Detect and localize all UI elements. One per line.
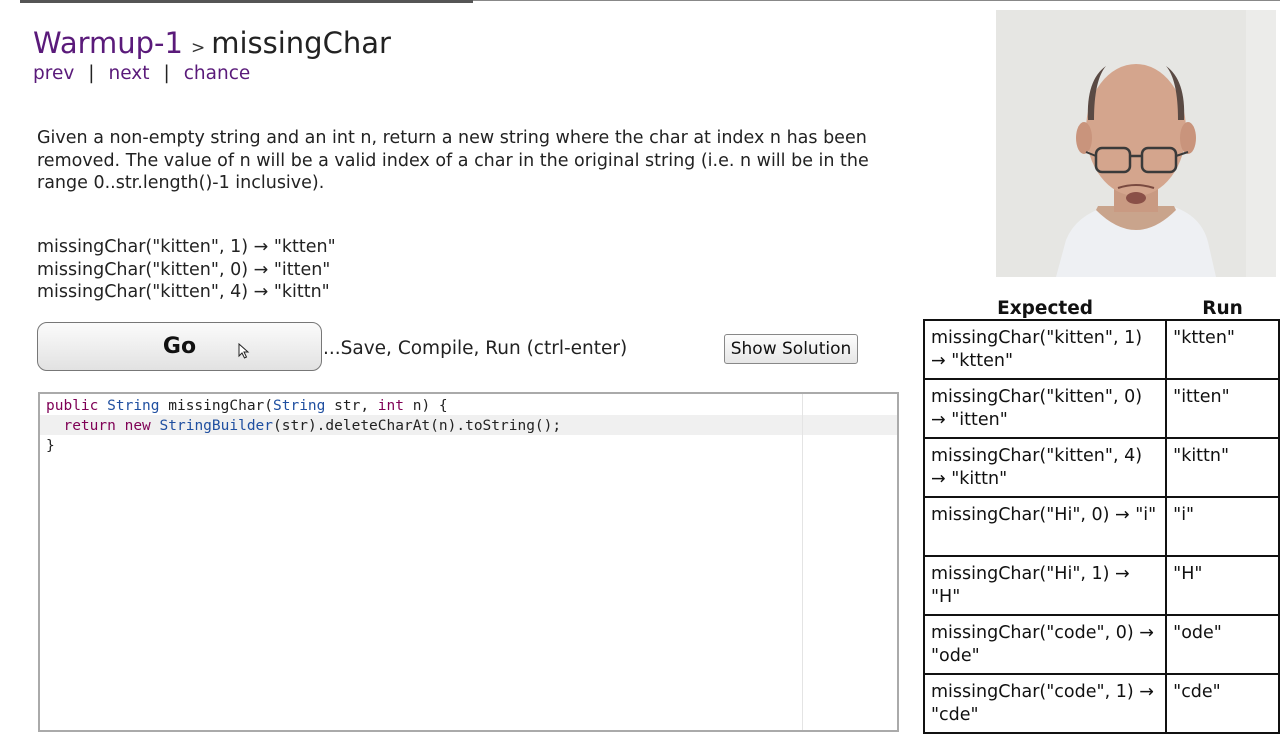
run-column-header: Run bbox=[1202, 298, 1243, 319]
examples-list: missingChar("kitten", 1) → "ktten" missi… bbox=[37, 236, 336, 304]
problem-title: missingChar bbox=[211, 26, 391, 60]
expected-cell: missingChar("Hi", 0) → "i" bbox=[922, 496, 1168, 557]
run-cell: "kittn" bbox=[1165, 437, 1280, 498]
expected-cell: missingChar("code", 0) → "ode" bbox=[922, 614, 1168, 675]
code-content[interactable]: public String missingChar(String str, in… bbox=[46, 396, 561, 456]
example-line: missingChar("kitten", 1) → "ktten" bbox=[37, 237, 336, 257]
next-link[interactable]: next bbox=[109, 63, 150, 84]
results-table: Expected Run missingChar("kitten", 1) → … bbox=[922, 294, 1280, 734]
run-cell: "ode" bbox=[1165, 614, 1280, 675]
run-hint: ...Save, Compile, Run (ctrl-enter) bbox=[323, 338, 628, 359]
table-row: missingChar("Hi", 0) → "i" "i" bbox=[922, 496, 1280, 557]
code-line-1: public String missingChar(String str, in… bbox=[46, 398, 448, 414]
expected-column-header: Expected bbox=[997, 298, 1094, 319]
webcam-overlay-image bbox=[996, 10, 1276, 277]
table-row: missingChar("code", 1) → "cde" "cde" bbox=[922, 673, 1280, 734]
run-cell: "ktten" bbox=[1165, 319, 1280, 380]
tab-edge bbox=[205, 0, 473, 3]
table-row: missingChar("code", 0) → "ode" "ode" bbox=[922, 614, 1280, 675]
nav-divider: | bbox=[163, 63, 170, 84]
print-margin bbox=[802, 394, 803, 730]
page-title: Warmup-1 > missingChar bbox=[33, 26, 391, 60]
table-row: missingChar("Hi", 1) → "H" "H" bbox=[922, 555, 1280, 616]
expected-cell: missingChar("Hi", 1) → "H" bbox=[922, 555, 1168, 616]
chance-link[interactable]: chance bbox=[184, 63, 251, 84]
show-solution-button[interactable]: Show Solution bbox=[724, 334, 858, 364]
problem-nav: prev | next | chance bbox=[33, 63, 250, 84]
example-line: missingChar("kitten", 0) → "itten" bbox=[37, 259, 331, 280]
expected-cell: missingChar("kitten", 1) → "ktten" bbox=[922, 319, 1168, 380]
run-cell: "H" bbox=[1165, 555, 1280, 616]
breadcrumb-section-link[interactable]: Warmup-1 bbox=[33, 26, 183, 60]
prev-link[interactable]: prev bbox=[33, 63, 74, 84]
table-row: missingChar("kitten", 4) → "kittn" "kitt… bbox=[922, 437, 1280, 498]
nav-divider: | bbox=[88, 63, 95, 84]
code-editor[interactable]: public String missingChar(String str, in… bbox=[38, 392, 899, 732]
tab-edge bbox=[473, 0, 1280, 1]
expected-cell: missingChar("kitten", 0) → "itten" bbox=[922, 378, 1168, 439]
example-line: missingChar("kitten", 4) → "kittn" bbox=[37, 282, 330, 303]
run-cell: "i" bbox=[1165, 496, 1280, 557]
expected-cell: missingChar("code", 1) → "cde" bbox=[922, 673, 1168, 734]
top-tab-strip bbox=[0, 0, 1280, 3]
go-button[interactable]: Go bbox=[37, 322, 322, 371]
expected-cell: missingChar("kitten", 4) → "kittn" bbox=[922, 437, 1168, 498]
code-line-2: return new StringBuilder(str).deleteChar… bbox=[63, 418, 562, 434]
breadcrumb-separator: > bbox=[190, 38, 206, 58]
code-line-3: } bbox=[46, 438, 55, 454]
problem-description: Given a non-empty string and an int n, r… bbox=[37, 128, 869, 194]
table-row: missingChar("kitten", 1) → "ktten" "ktte… bbox=[922, 319, 1280, 380]
table-row: missingChar("kitten", 0) → "itten" "itte… bbox=[922, 378, 1280, 439]
run-cell: "cde" bbox=[1165, 673, 1280, 734]
tab-edge bbox=[20, 0, 205, 3]
run-cell: "itten" bbox=[1165, 378, 1280, 439]
